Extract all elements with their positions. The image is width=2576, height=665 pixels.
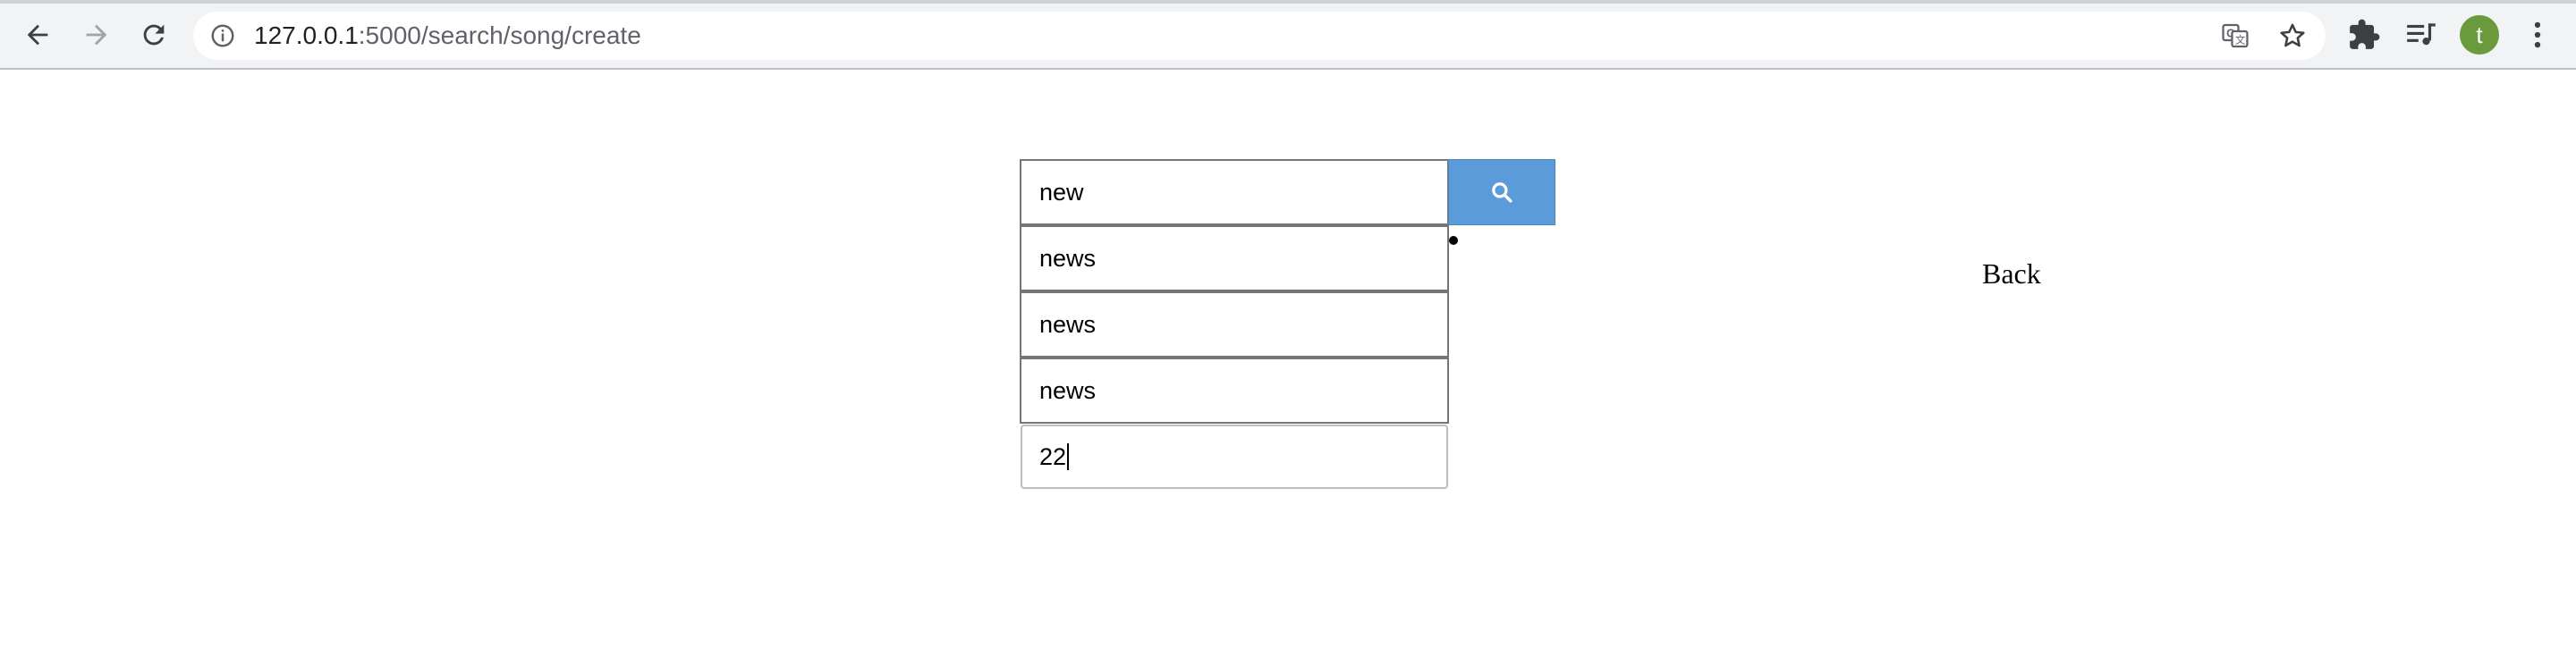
- puzzle-icon[interactable]: [2347, 18, 2381, 52]
- suggestion-item[interactable]: news: [1020, 291, 1449, 358]
- url-text: 127.0.0.1:5000/search/song/create: [254, 22, 641, 49]
- forward-button[interactable]: [79, 17, 114, 53]
- translate-icon[interactable]: G 文: [2220, 21, 2250, 51]
- search-button[interactable]: [1448, 159, 1555, 225]
- reload-button[interactable]: [136, 17, 172, 53]
- arrow-left-icon: [27, 24, 48, 46]
- profile-avatar[interactable]: t: [2460, 15, 2499, 55]
- kebab-menu-icon[interactable]: [2521, 18, 2555, 52]
- address-bar[interactable]: 127.0.0.1:5000/search/song/create G 文: [193, 12, 2326, 60]
- url-host: 127.0.0.1: [254, 21, 359, 49]
- info-icon[interactable]: [209, 22, 236, 49]
- list-bullet: [1449, 236, 1458, 245]
- text-caret: [1067, 442, 1070, 470]
- back-button[interactable]: [20, 17, 55, 53]
- search-input[interactable]: new: [1020, 159, 1449, 225]
- number-input-value: 22: [1039, 443, 1067, 470]
- tab-strip-edge: [0, 0, 2576, 4]
- media-queue-icon[interactable]: [2404, 18, 2438, 52]
- search-icon: [1492, 182, 1513, 203]
- svg-text:文: 文: [2235, 34, 2245, 46]
- reload-icon: [143, 24, 165, 46]
- suggestion-item[interactable]: news: [1020, 358, 1449, 424]
- back-link[interactable]: Back: [1982, 256, 2041, 291]
- arrow-right-icon: [86, 24, 107, 46]
- browser-toolbar: 127.0.0.1:5000/search/song/create G 文 t: [0, 0, 2576, 70]
- number-input[interactable]: 22: [1021, 425, 1448, 489]
- suggestion-item[interactable]: news: [1020, 225, 1449, 291]
- url-path: :5000/search/song/create: [358, 21, 641, 49]
- star-icon[interactable]: [2277, 21, 2308, 51]
